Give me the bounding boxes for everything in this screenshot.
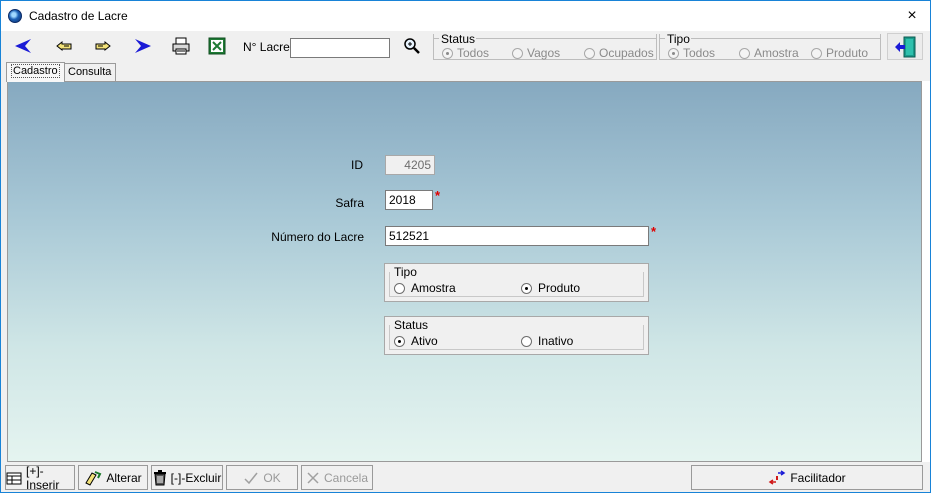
first-record-button[interactable] [10, 34, 38, 58]
cancel-icon [307, 471, 319, 484]
id-label: ID [351, 158, 363, 172]
next-record-button[interactable] [89, 34, 117, 58]
exit-button[interactable] [887, 33, 923, 60]
trash-icon [153, 469, 166, 485]
status-group: Status Ativo Inativo [384, 316, 649, 355]
radio-icon [394, 282, 405, 294]
status-filter-title: Status [440, 32, 477, 46]
id-field: 4205 [385, 155, 435, 175]
tipo-group: Tipo Amostra Produto [384, 263, 649, 302]
ok-button[interactable]: OK [226, 465, 298, 490]
tab-consulta[interactable]: Consulta [63, 63, 117, 81]
toolbar: N° Lacre Status Todos Vagos Ocupados Tip… [1, 31, 930, 62]
previous-record-icon [56, 40, 72, 52]
search-button[interactable] [402, 36, 422, 56]
last-record-icon [135, 39, 151, 53]
insert-record-icon [6, 472, 22, 484]
numero-lacre-label: Número do Lacre [271, 230, 364, 244]
status-vagos-radio[interactable]: Vagos [512, 46, 560, 60]
edit-record-icon [85, 470, 102, 486]
app-icon [8, 9, 22, 23]
tab-cadastro[interactable]: Cadastro [6, 62, 65, 82]
nlacre-label: N° Lacre [243, 40, 290, 54]
nlacre-search-input[interactable] [290, 38, 390, 58]
radio-icon [512, 47, 523, 59]
status-todos-radio[interactable]: Todos [442, 46, 489, 60]
window-title: Cadastro de Lacre [29, 9, 128, 23]
first-record-icon [15, 39, 31, 53]
safra-required-mark: * [435, 188, 441, 203]
status-filter-group: Status Todos Vagos Ocupados [433, 32, 657, 60]
numero-required-mark: * [651, 224, 657, 239]
excluir-button[interactable]: [-]-Excluir [151, 465, 223, 490]
status-group-title: Status [393, 318, 430, 332]
tipo-amostra-radio[interactable]: Amostra [739, 46, 799, 60]
safra-field[interactable]: 2018 [385, 190, 433, 210]
radio-selected-icon [668, 47, 679, 59]
cancela-button[interactable]: Cancela [301, 465, 373, 490]
alterar-button[interactable]: Alterar [78, 465, 148, 490]
radio-icon [584, 47, 595, 59]
previous-record-button[interactable] [50, 34, 78, 58]
excel-export-button[interactable] [203, 34, 231, 58]
tipo-amostra-option[interactable]: Amostra [394, 281, 456, 295]
tab-strip: Cadastro Consulta [1, 62, 930, 82]
radio-selected-icon [521, 282, 532, 294]
tipo-filter-title: Tipo [666, 32, 691, 46]
print-button[interactable] [167, 34, 195, 58]
inserir-button[interactable]: [+]-Inserir [5, 464, 75, 492]
radio-icon [811, 47, 822, 59]
numero-lacre-field[interactable]: 512521 [385, 226, 649, 246]
status-ocupados-radio[interactable]: Ocupados [584, 46, 654, 60]
safra-label: Safra [335, 196, 364, 210]
print-icon [172, 37, 190, 55]
tipo-produto-option[interactable]: Produto [521, 281, 580, 295]
title-bar: Cadastro de Lacre × [1, 1, 930, 31]
tipo-group-title: Tipo [393, 265, 418, 279]
cadastro-panel: ID 4205 Safra 2018 * Número do Lacre 512… [7, 81, 922, 462]
tipo-todos-radio[interactable]: Todos [668, 46, 715, 60]
status-ativo-option[interactable]: Ativo [394, 334, 438, 348]
status-inativo-option[interactable]: Inativo [521, 334, 573, 348]
excel-export-icon [208, 37, 226, 55]
tipo-filter-group: Tipo Todos Amostra Produto [659, 32, 881, 60]
exit-door-icon [895, 36, 916, 57]
right-edge-strip [922, 81, 930, 462]
check-icon [244, 472, 258, 484]
facilitador-button[interactable]: Facilitador [691, 465, 923, 490]
tipo-produto-radio[interactable]: Produto [811, 46, 868, 60]
radio-selected-icon [442, 47, 453, 59]
search-icon [404, 38, 420, 54]
radio-selected-icon [394, 335, 405, 347]
radio-icon [739, 47, 750, 59]
facilitator-icon [768, 469, 786, 485]
close-icon[interactable]: × [903, 7, 921, 25]
radio-icon [521, 335, 532, 347]
last-record-button[interactable] [128, 34, 156, 58]
next-record-icon [95, 40, 111, 52]
bottom-action-bar: [+]-Inserir Alterar [-]-Excluir OK Cance… [1, 463, 930, 492]
main-window: Cadastro de Lacre × N° Lacre Status Todo… [0, 0, 931, 493]
